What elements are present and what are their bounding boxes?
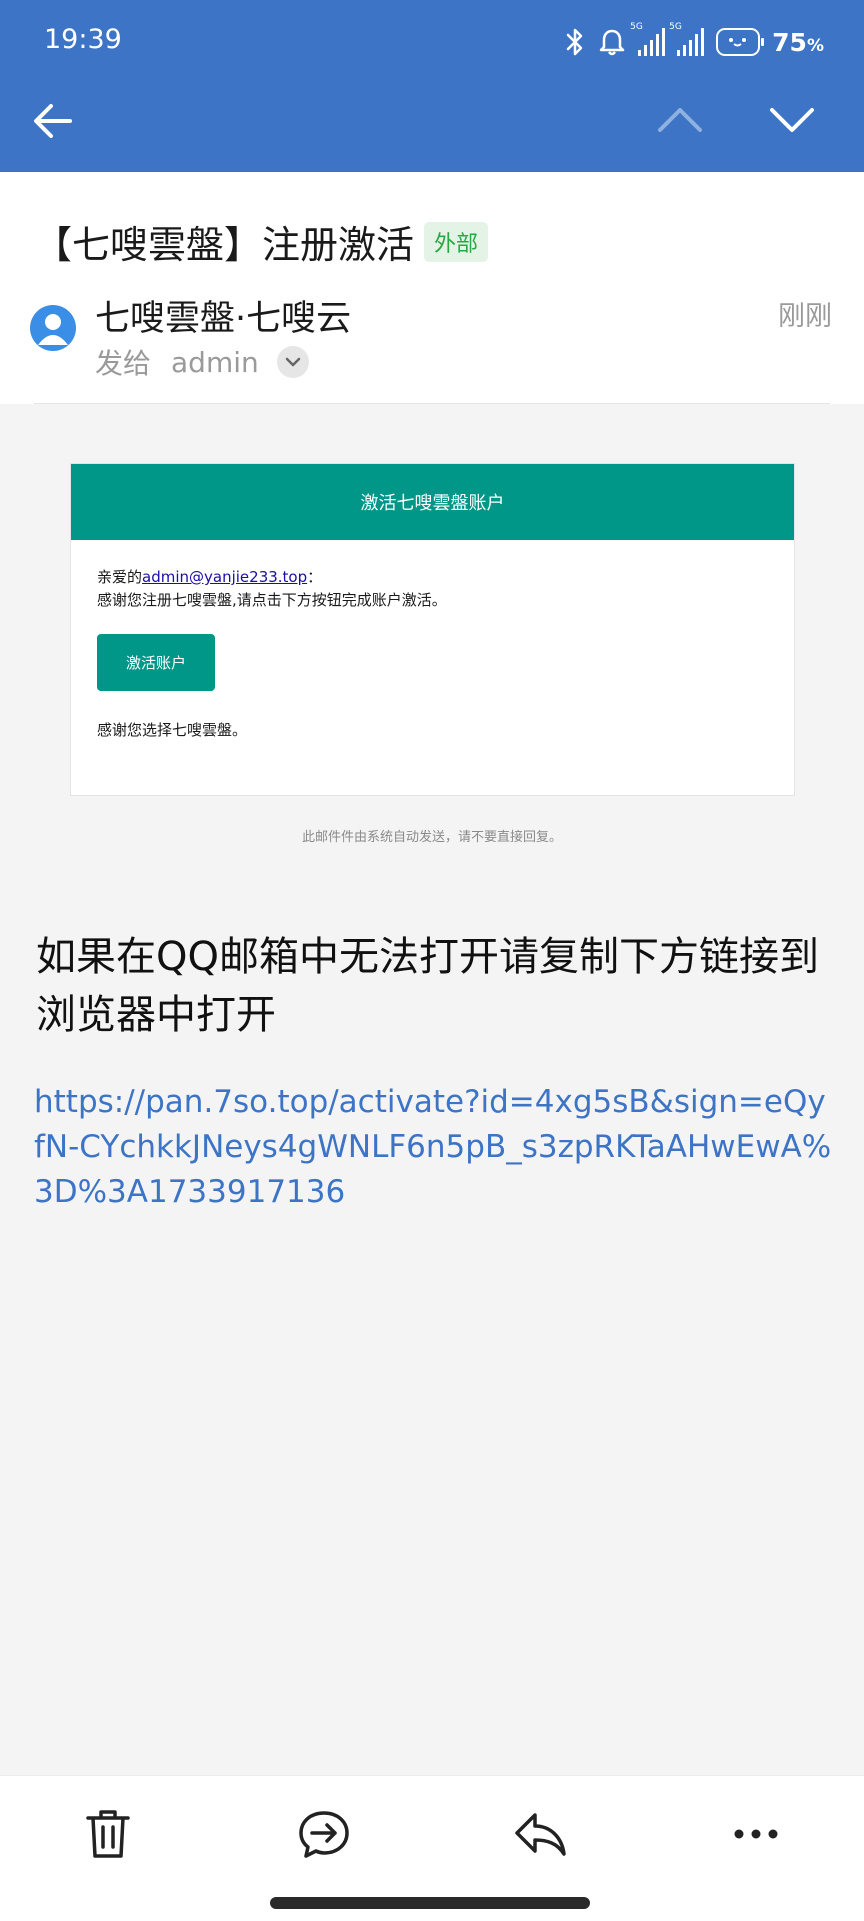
header-divider — [34, 403, 830, 404]
email-header: 【七嗖雲盤】注册激活 外部 七嗖雲盤·七嗖云 发给 admin 刚刚 — [0, 172, 864, 404]
card-body: 亲爱的admin@yanjie233.top： 感谢您注册七嗖雲盤,请点击下方按… — [71, 540, 794, 742]
back-arrow-icon[interactable] — [30, 98, 76, 144]
reply-icon — [515, 1813, 566, 1856]
auto-sent-note: 此邮件件由系统自动发送，请不要直接回复。 — [301, 830, 562, 845]
trash-icon — [86, 1810, 130, 1858]
activation-card: 激活七嗖雲盤账户 亲爱的admin@yanjie233.top： 感谢您注册七嗖… — [70, 463, 795, 796]
copy-link-notice: 如果在QQ邮箱中无法打开请复制下方链接到浏览器中打开 — [36, 934, 819, 1038]
greeting-line: 亲爱的admin@yanjie233.top： — [97, 568, 323, 586]
bottom-action-bar — [0, 1775, 864, 1921]
battery-percent: 75% — [772, 27, 824, 57]
status-icons: 5G 5G 75% — [564, 22, 824, 60]
expand-recipients-button[interactable] — [276, 346, 309, 378]
card-header: 激活七嗖雲盤账户 — [71, 464, 794, 540]
chevron-down-small-icon — [285, 357, 300, 367]
activate-account-button[interactable]: 激活账户 — [97, 634, 215, 691]
external-badge: 外部 — [424, 221, 489, 262]
more-icon — [734, 1829, 778, 1839]
alarm-bell-icon — [599, 29, 625, 56]
user-avatar-icon — [38, 314, 68, 345]
chevron-up-icon[interactable] — [654, 98, 706, 142]
email-link[interactable]: admin@yanjie233.top — [142, 568, 307, 586]
email-subject: 【七嗖雲盤】注册激活 — [34, 223, 415, 267]
activation-url-link[interactable]: https://pan.7so.top/activate?id=4xg5sB&s… — [34, 1080, 834, 1215]
to-prefix: 发给 — [95, 347, 152, 380]
top-app-bar: 19:39 5G 5G 75% — [0, 0, 864, 172]
sender-avatar[interactable] — [30, 305, 76, 351]
body-line: 感谢您注册七嗖雲盤,请点击下方按钮完成账户激活。 — [97, 591, 447, 609]
recipient-name: admin — [171, 345, 259, 379]
recipient-line[interactable]: 发给 admin — [95, 342, 309, 382]
signal-1-icon: 5G — [630, 22, 666, 56]
forward-icon — [299, 1811, 349, 1858]
subject-row: 【七嗖雲盤】注册激活 外部 — [34, 214, 489, 269]
status-time: 19:39 — [44, 24, 122, 55]
more-button[interactable] — [728, 1806, 784, 1862]
chevron-down-icon[interactable] — [766, 98, 818, 142]
bluetooth-icon — [566, 28, 583, 56]
reply-button[interactable] — [512, 1806, 568, 1862]
network-type-label: 5G — [630, 22, 643, 32]
email-time: 刚刚 — [778, 301, 832, 332]
thanks-line: 感谢您选择七嗖雲盤。 — [97, 721, 248, 739]
sender-name[interactable]: 七嗖雲盤·七嗖云 — [95, 290, 351, 341]
forward-button[interactable] — [296, 1806, 352, 1862]
delete-button[interactable] — [80, 1806, 136, 1862]
battery-icon — [716, 28, 765, 56]
signal-2-icon: 5G — [669, 22, 705, 56]
network-type-label-2: 5G — [669, 22, 682, 32]
home-indicator[interactable] — [270, 1897, 590, 1909]
